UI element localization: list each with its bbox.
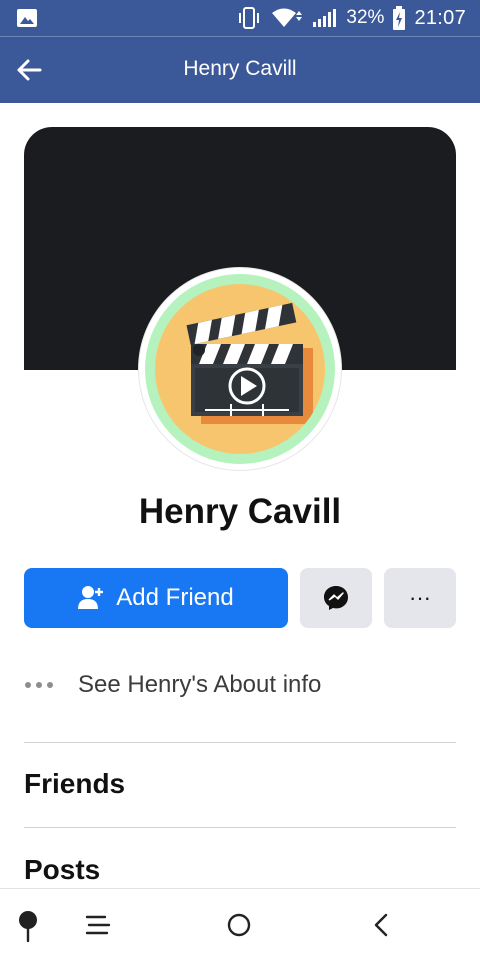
posts-heading: Posts bbox=[24, 854, 101, 885]
add-friend-button[interactable]: Add Friend bbox=[24, 568, 288, 628]
battery-percentage: 32% bbox=[346, 7, 385, 28]
back-icon[interactable] bbox=[362, 907, 398, 943]
add-friend-label: Add Friend bbox=[116, 584, 234, 611]
app-bar-title: Henry Cavill bbox=[183, 57, 297, 80]
clock: 21:07 bbox=[414, 6, 466, 29]
signal-icon bbox=[313, 9, 337, 27]
more-options-label: ··· bbox=[409, 585, 431, 610]
system-nav-bar bbox=[0, 888, 480, 960]
more-dots-icon bbox=[25, 682, 53, 688]
friends-heading[interactable]: Friends bbox=[24, 768, 125, 800]
app-bar: Henry Cavill bbox=[0, 36, 480, 103]
profile-avatar[interactable] bbox=[139, 268, 341, 470]
divider bbox=[24, 827, 456, 828]
message-button[interactable] bbox=[300, 568, 372, 628]
vibrate-icon bbox=[239, 7, 260, 29]
menu-icon[interactable] bbox=[81, 907, 117, 943]
home-icon[interactable] bbox=[221, 907, 257, 943]
image-icon bbox=[17, 9, 37, 27]
about-info-link[interactable]: See Henry's About info bbox=[24, 665, 321, 705]
movie-clapperboard-icon bbox=[186, 302, 313, 424]
about-info-label: See Henry's About info bbox=[78, 671, 322, 698]
add-user-icon bbox=[78, 586, 104, 609]
pin-icon[interactable] bbox=[12, 907, 48, 943]
battery-charging-icon bbox=[393, 6, 406, 30]
divider bbox=[24, 742, 456, 743]
wifi-icon bbox=[272, 8, 303, 27]
more-options-button[interactable]: ··· bbox=[384, 568, 456, 628]
messenger-icon bbox=[324, 586, 348, 610]
status-bar: 32% 21:07 bbox=[0, 0, 480, 36]
profile-name: Henry Cavill bbox=[138, 492, 342, 531]
